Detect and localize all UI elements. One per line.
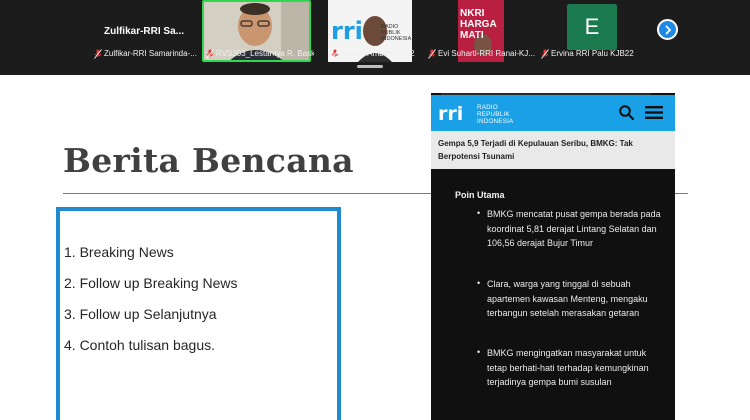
rri-brand-line: REPUBLIK — [477, 111, 510, 118]
key-point: Clara, warga yang tinggal di sebuah apar… — [487, 279, 648, 319]
next-participants-button[interactable] — [657, 19, 678, 40]
topic-list-item: 4. Contoh tulisan bagus. — [64, 337, 215, 353]
muted-mic-icon — [94, 48, 102, 59]
participant-caption: Rainer-Ambon-KJB22 — [331, 47, 415, 60]
headline-box: Gempa 5,9 Terjadi di Kepulauan Seribu, B… — [431, 131, 675, 169]
topic-list-item: 2. Follow up Breaking News — [64, 275, 238, 291]
participant-avatar[interactable]: E — [567, 4, 617, 50]
chevron-right-icon — [665, 25, 671, 34]
key-point: BMKG mencatat pusat gempa berada pada ko… — [487, 209, 661, 249]
banner-text: HARGA — [460, 19, 497, 30]
news-screenshot: rri RADIO REPUBLIK INDONESIA Gempa 5,9 T… — [431, 93, 675, 420]
participant-name: Evi Suharti-RRI Ranai-KJ... — [438, 49, 535, 58]
participant-name: Rainer-Ambon-KJB22 — [341, 49, 415, 58]
hamburger-menu-icon — [645, 106, 663, 119]
rri-brand-line: RADIO — [477, 104, 498, 111]
slide-title: Berita Bencana — [63, 141, 354, 180]
participant-name: RVS303_Lestantya R. Basko... — [216, 49, 314, 58]
strip-drag-handle[interactable] — [357, 65, 383, 68]
rri-header: rri RADIO REPUBLIK INDONESIA — [431, 95, 675, 131]
participant-name: Ervina RRI Palu KJB22 — [551, 49, 634, 58]
participant-caption: RVS303_Lestantya R. Basko... — [206, 47, 314, 60]
shared-slide: Berita Bencana 1. Breaking News 2. Follo… — [0, 75, 750, 420]
search-icon — [619, 105, 635, 121]
bullet-icon: • — [477, 208, 481, 218]
topic-list-item: 1. Breaking News — [64, 244, 174, 260]
participant-tile-title: Zulfikar-RRI Sa... — [103, 25, 184, 37]
rri-brand-line: INDONESIA — [477, 118, 514, 125]
svg-text:rri: rri — [331, 17, 363, 45]
muted-mic-icon — [206, 48, 214, 59]
svg-text:rri: rri — [438, 103, 463, 123]
topic-list-item: 3. Follow up Selanjutnya — [64, 306, 217, 322]
tile-brand-text: INDONESIA — [381, 36, 412, 42]
avatar-letter: E — [584, 14, 600, 39]
muted-mic-icon — [541, 48, 549, 59]
bullet-icon: • — [477, 347, 481, 357]
participant-caption: Zulfikar-RRI Samarinda-... — [94, 47, 202, 60]
banner-text: MATI — [460, 30, 484, 41]
participant-caption: Evi Suharti-RRI Ranai-KJ... — [428, 47, 538, 60]
rri-logo-icon: rri — [438, 103, 463, 123]
topic-list-box: 1. Breaking News 2. Follow up Breaking N… — [56, 207, 341, 420]
banner-text: NKRI — [460, 8, 485, 19]
participant-caption: Ervina RRI Palu KJB22 — [541, 47, 641, 60]
news-headline: Gempa 5,9 Terjadi di Kepulauan Seribu, B… — [438, 139, 633, 161]
participant-name: Zulfikar-RRI Samarinda-... — [104, 49, 197, 58]
section-title: Poin Utama — [455, 190, 505, 200]
key-point: BMKG mengingatkan masyarakat untuk tetap… — [487, 348, 649, 388]
muted-mic-icon — [428, 48, 436, 59]
muted-mic-icon — [331, 48, 339, 59]
participant-strip: Zulfikar-RRI Sa... Zulfikar-RRI Samarind… — [0, 0, 750, 75]
bullet-icon: • — [477, 278, 481, 288]
